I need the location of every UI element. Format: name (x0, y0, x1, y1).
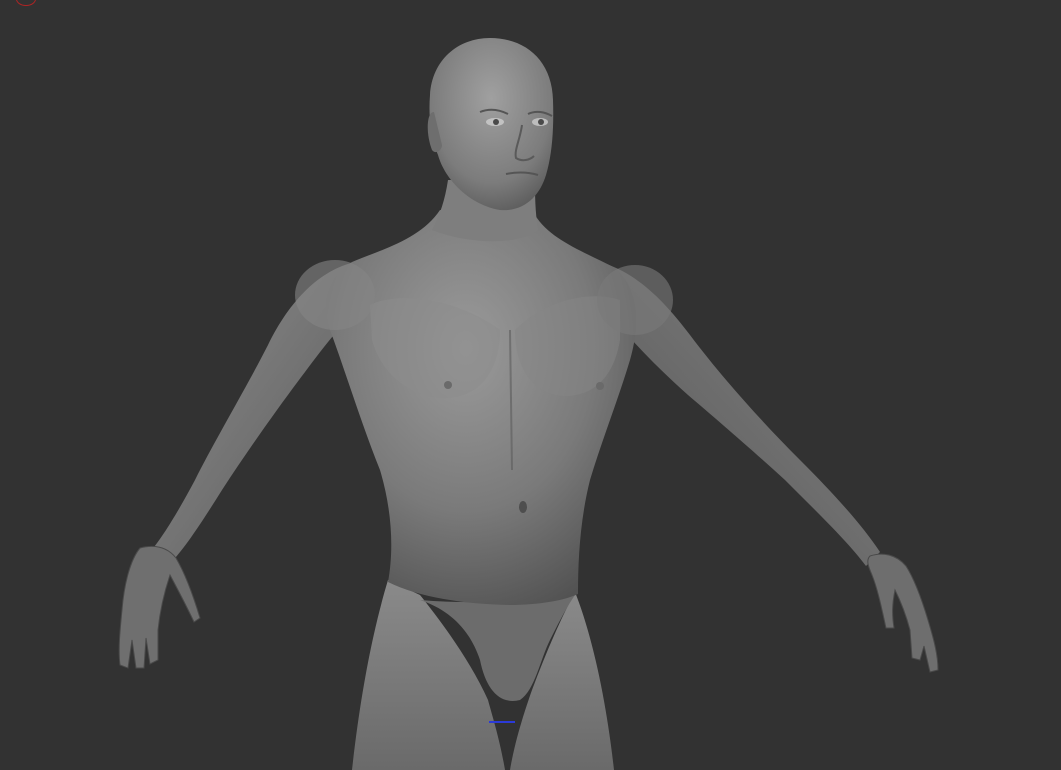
blue-axis-icon (489, 721, 515, 723)
legs (352, 580, 614, 770)
sculpt-model[interactable] (0, 0, 1061, 770)
torso (295, 210, 673, 605)
head (427, 38, 554, 211)
3d-viewport[interactable] (0, 0, 1061, 770)
